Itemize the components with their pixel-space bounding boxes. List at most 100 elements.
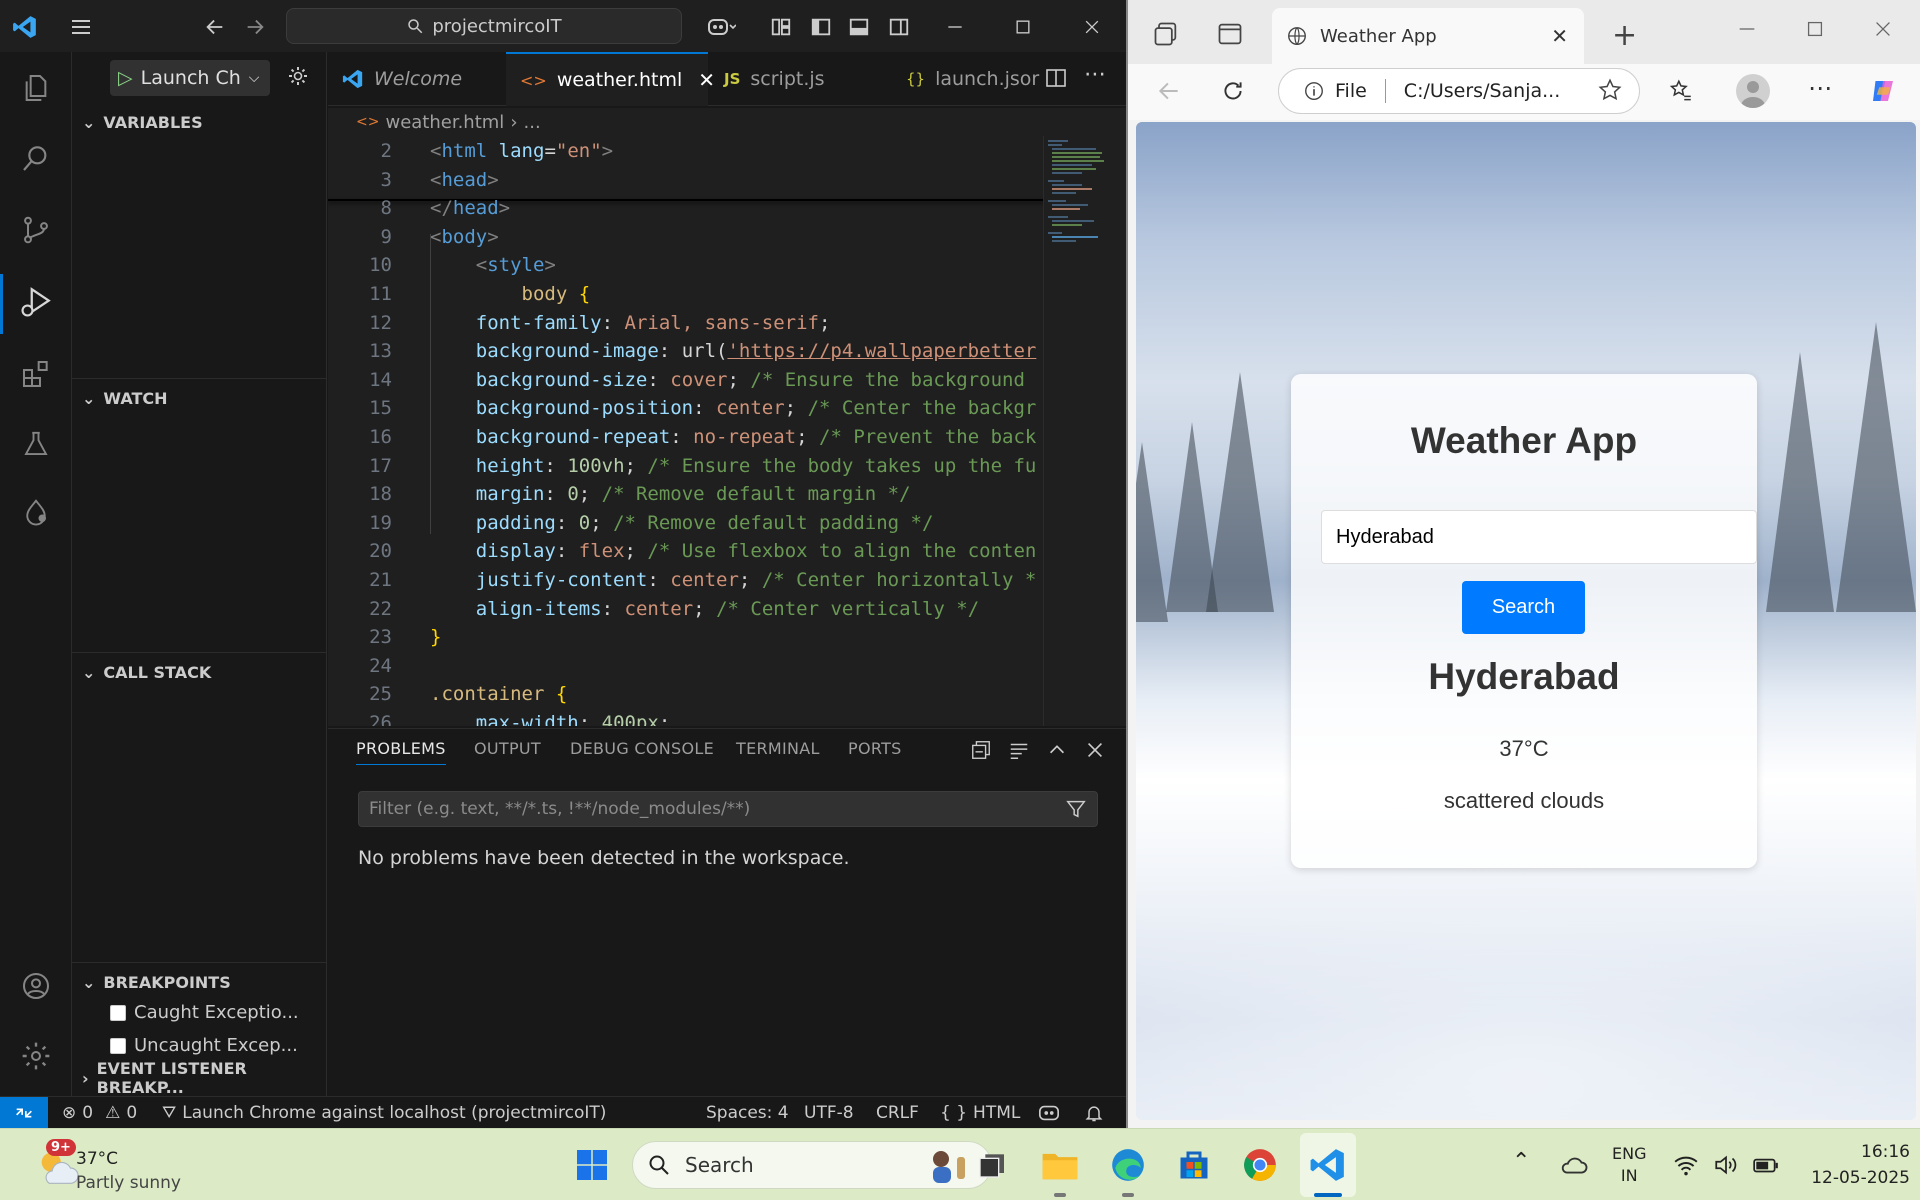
explorer-icon[interactable] xyxy=(16,68,56,108)
copilot-icon[interactable] xyxy=(1868,76,1898,110)
minimap[interactable] xyxy=(1043,136,1123,726)
event-listener-section-header[interactable]: › EVENT LISTENER BREAKP... xyxy=(72,1059,327,1097)
breakpoints-section-header[interactable]: ⌄ BREAKPOINTS xyxy=(72,964,327,1000)
start-debugging-icon[interactable]: ▷ xyxy=(118,67,133,89)
workspaces-icon[interactable] xyxy=(1152,20,1180,52)
maximize-icon[interactable] xyxy=(1804,18,1826,44)
code-line[interactable]: body { xyxy=(430,283,1126,305)
system-clock[interactable]: 16:16 12-05-2025 xyxy=(1790,1139,1910,1191)
forward-arrow-icon[interactable] xyxy=(240,12,270,42)
variables-section-header[interactable]: ⌄ VARIABLES xyxy=(72,104,327,140)
wifi-icon[interactable] xyxy=(1664,1143,1708,1187)
menu-icon[interactable] xyxy=(66,12,96,42)
maximize-panel-icon[interactable] xyxy=(1046,739,1068,766)
windows-start-icon[interactable] xyxy=(570,1143,614,1187)
breakpoint-caught-exceptions[interactable]: Caught Exceptio... xyxy=(110,1002,299,1023)
breadcrumb-file[interactable]: weather.html xyxy=(385,112,504,133)
back-arrow-icon[interactable] xyxy=(200,12,230,42)
breakpoint-uncaught-exceptions[interactable]: Uncaught Excep... xyxy=(110,1035,298,1056)
code-line[interactable]: background-image: url('https://p4.wallpa… xyxy=(430,340,1126,362)
refresh-icon[interactable] xyxy=(1220,78,1246,108)
code-line[interactable]: margin: 0; /* Remove default margin */ xyxy=(430,483,1126,505)
checkbox[interactable] xyxy=(110,1004,126,1021)
show-hidden-icons-icon[interactable]: ⌃ xyxy=(1512,1149,1530,1174)
settings-gear-icon[interactable] xyxy=(16,1036,56,1076)
code-line[interactable]: font-family: Arial, sans-serif; xyxy=(430,312,1126,334)
code-line[interactable]: background-repeat: no-repeat; /* Prevent… xyxy=(430,426,1126,448)
microsoft-store-icon[interactable] xyxy=(1172,1143,1216,1187)
favorite-star-icon[interactable] xyxy=(1597,77,1623,108)
code-line[interactable]: } xyxy=(430,626,1126,648)
city-input[interactable] xyxy=(1321,510,1757,564)
layout-customize-icon[interactable] xyxy=(766,12,796,42)
run-and-debug-icon[interactable] xyxy=(16,282,56,322)
new-tab-icon[interactable]: + xyxy=(1612,18,1637,53)
indentation-status[interactable]: Spaces: 4 xyxy=(706,1097,789,1128)
account-icon[interactable] xyxy=(16,966,56,1006)
tab-welcome[interactable]: Welcome xyxy=(328,52,504,106)
task-view-icon[interactable] xyxy=(970,1143,1014,1187)
extensions-icon[interactable] xyxy=(16,354,56,394)
back-arrow-icon[interactable] xyxy=(1156,78,1182,108)
panel-tab-terminal[interactable]: TERMINAL xyxy=(736,739,820,758)
more-actions-icon[interactable]: ⋯ xyxy=(1084,62,1106,87)
toggle-panel-icon[interactable] xyxy=(844,12,874,42)
code-line[interactable]: </head> xyxy=(430,197,1126,219)
code-line[interactable]: display: flex; /* Use flexbox to align t… xyxy=(430,540,1126,562)
more-options-icon[interactable]: ⋯ xyxy=(1808,74,1832,102)
panel-tab-problems[interactable]: PROBLEMS xyxy=(356,739,446,765)
tab-launch-json[interactable]: {} launch.jsor xyxy=(892,52,1062,106)
code-line[interactable]: .container { xyxy=(430,683,1126,705)
launch-status[interactable]: ⛛ Launch Chrome against localhost (projec… xyxy=(162,1097,606,1128)
eol-status[interactable]: CRLF xyxy=(876,1097,919,1128)
minimize-icon[interactable] xyxy=(1736,18,1758,44)
code-line[interactable]: height: 100vh; /* Ensure the body takes … xyxy=(430,455,1126,477)
edge-icon[interactable] xyxy=(1106,1143,1150,1187)
close-panel-icon[interactable] xyxy=(1084,739,1106,766)
copilot-icon[interactable] xyxy=(698,12,744,42)
weather-widget[interactable]: 9+ 37°C Partly sunny xyxy=(14,1135,194,1195)
code-line[interactable]: <head> xyxy=(430,169,1126,191)
search-icon[interactable] xyxy=(16,138,56,178)
notifications-bell-icon[interactable] xyxy=(1084,1097,1104,1128)
remote-indicator[interactable] xyxy=(0,1097,48,1128)
code-line[interactable]: <html lang="en"> xyxy=(430,140,1126,162)
code-line[interactable]: <body> xyxy=(430,226,1126,248)
chrome-icon[interactable] xyxy=(1238,1143,1282,1187)
tab-script-js[interactable]: JS script.js xyxy=(710,52,890,106)
language-indicator[interactable]: ENG IN xyxy=(1612,1143,1646,1187)
close-icon[interactable] xyxy=(1077,12,1107,42)
command-center-search[interactable]: projectmircoIT xyxy=(286,8,682,44)
favorites-icon[interactable] xyxy=(1668,78,1694,108)
file-explorer-icon[interactable] xyxy=(1038,1143,1082,1187)
debug-settings-gear-icon[interactable] xyxy=(286,64,314,92)
code-line[interactable]: max-width: 400px; xyxy=(430,712,1126,726)
browser-tab-weather-app[interactable]: Weather App ✕ xyxy=(1272,8,1584,64)
taskbar-search[interactable]: Search xyxy=(632,1141,992,1189)
battery-icon[interactable] xyxy=(1744,1143,1788,1187)
address-bar[interactable]: File C:/Users/Sanja... xyxy=(1278,68,1640,114)
language-status[interactable]: { } HTML xyxy=(940,1097,1020,1128)
view-as-list-icon[interactable] xyxy=(1008,739,1030,766)
close-tab-icon[interactable]: ✕ xyxy=(1551,24,1568,48)
profile-avatar[interactable] xyxy=(1736,74,1770,108)
toggle-secondary-sidebar-icon[interactable] xyxy=(884,12,914,42)
filter-icon[interactable] xyxy=(1065,798,1087,825)
volume-icon[interactable] xyxy=(1704,1143,1748,1187)
panel-tab-ports[interactable]: PORTS xyxy=(848,739,902,758)
checkbox[interactable] xyxy=(110,1037,126,1054)
onedrive-icon[interactable] xyxy=(1552,1143,1596,1187)
code-editor[interactable]: 2 <html lang="en"> 3 <head> 8 </head> 9 <body> 1… xyxy=(328,136,1126,726)
vscode-taskbar-icon[interactable] xyxy=(1306,1143,1350,1187)
code-line[interactable]: background-size: cover; /* Ensure the ba… xyxy=(430,369,1126,391)
code-line[interactable]: align-items: center; /* Center verticall… xyxy=(430,598,1126,620)
watch-section-header[interactable]: ⌄ WATCH xyxy=(72,380,327,416)
code-line[interactable]: justify-content: center; /* Center horiz… xyxy=(430,569,1126,591)
problems-filter-input[interactable]: Filter (e.g. text, **/*.ts, !**/node_mod… xyxy=(358,791,1098,827)
minimize-icon[interactable] xyxy=(940,12,970,42)
code-line[interactable]: padding: 0; /* Remove default padding */ xyxy=(430,512,1126,534)
debug-config-select[interactable]: ▷ Launch Ch ⌵ xyxy=(110,60,270,96)
problems-status[interactable]: ⊗ 0 ⚠ 0 xyxy=(62,1097,137,1128)
panel-tab-output[interactable]: OUTPUT xyxy=(474,739,541,758)
search-button[interactable]: Search xyxy=(1462,581,1585,634)
